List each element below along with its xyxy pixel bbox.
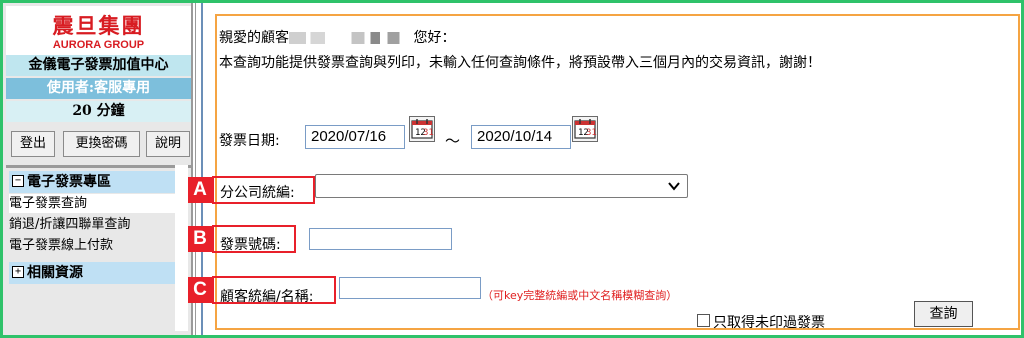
invoice-date-label: 發票日期: <box>219 133 280 149</box>
collapse-icon[interactable]: − <box>12 175 24 187</box>
menu-section-resources[interactable]: + 相關資源 <box>9 262 177 284</box>
date-to-input[interactable]: 2020/10/14 <box>471 125 571 149</box>
calendar-icon: 12 31 <box>411 119 434 139</box>
annotation-marker-c: C <box>188 277 212 303</box>
menu-item-return-allowance-query[interactable]: 銷退/折讓四聯單查詢 <box>9 215 177 234</box>
menu-item-online-payment[interactable]: 電子發票線上付款 <box>9 236 177 255</box>
sidebar: 震旦集團 AURORA GROUP 金儀電子發票加值中心 使用者:客服專用 20… <box>3 3 193 335</box>
sidebar-scroll-gutter <box>175 165 188 331</box>
greeting-prefix: 親愛的顧客 <box>219 30 289 46</box>
greeting: 親愛的顧客 您好： <box>219 27 455 47</box>
session-timer: 20 分鐘 <box>6 101 191 122</box>
expand-icon[interactable]: + <box>12 266 24 278</box>
menu-item-einvoice-query[interactable]: 電子發票查詢 <box>9 194 177 213</box>
date-range-separator: ～ <box>445 132 461 150</box>
user-label: 使用者:客服專用 <box>6 78 191 99</box>
annotation-marker-a: A <box>188 177 212 203</box>
help-button[interactable]: 說明 <box>146 131 190 157</box>
customer-input[interactable] <box>339 277 481 299</box>
svg-text:31: 31 <box>586 128 597 138</box>
invoice-number-input[interactable] <box>309 228 452 250</box>
menu-section-einvoice-label: 電子發票專區 <box>27 174 111 190</box>
center-name: 金儀電子發票加值中心 <box>6 55 191 76</box>
date-from-input[interactable]: 2020/07/16 <box>305 125 405 149</box>
account-buttons: 登出 更換密碼 說明 <box>6 127 191 163</box>
annotation-box-c <box>212 276 336 304</box>
menu-section-resources-label: 相關資源 <box>27 265 83 281</box>
annotation-marker-b: B <box>188 226 212 252</box>
branch-tax-id-select[interactable] <box>315 174 688 198</box>
date-from-calendar-button[interactable]: 12 31 <box>409 116 435 142</box>
logo-chinese: 震旦集團 <box>52 13 145 38</box>
logo: 震旦集團 AURORA GROUP <box>6 6 191 56</box>
unprinted-only-checkbox[interactable] <box>697 314 710 327</box>
query-notice: 本查詢功能提供發票查詢與列印，未輸入任何查詢條件，將預設帶入三個月內的交易資訊，… <box>219 55 821 71</box>
masked-customer-name <box>289 32 409 44</box>
unprinted-only-label: 只取得未印過發票 <box>713 315 825 331</box>
menu-section-einvoice[interactable]: − 電子發票專區 <box>9 171 177 193</box>
query-button[interactable]: 查詢 <box>914 301 973 327</box>
annotation-box-a <box>212 176 315 204</box>
date-to-calendar-button[interactable]: 12 31 <box>572 116 598 142</box>
logout-button[interactable]: 登出 <box>11 131 55 157</box>
greeting-suffix: 您好： <box>413 30 456 46</box>
sidebar-divider <box>6 165 191 168</box>
customer-hint: （可key完整統編或中文名稱模糊查詢） <box>482 289 678 302</box>
annotation-box-b <box>212 225 296 253</box>
svg-text:31: 31 <box>423 128 434 138</box>
logo-english: AURORA GROUP <box>52 39 145 51</box>
chevron-down-icon <box>668 182 680 191</box>
calendar-icon: 12 31 <box>574 119 597 139</box>
change-password-button[interactable]: 更換密碼 <box>63 131 140 157</box>
